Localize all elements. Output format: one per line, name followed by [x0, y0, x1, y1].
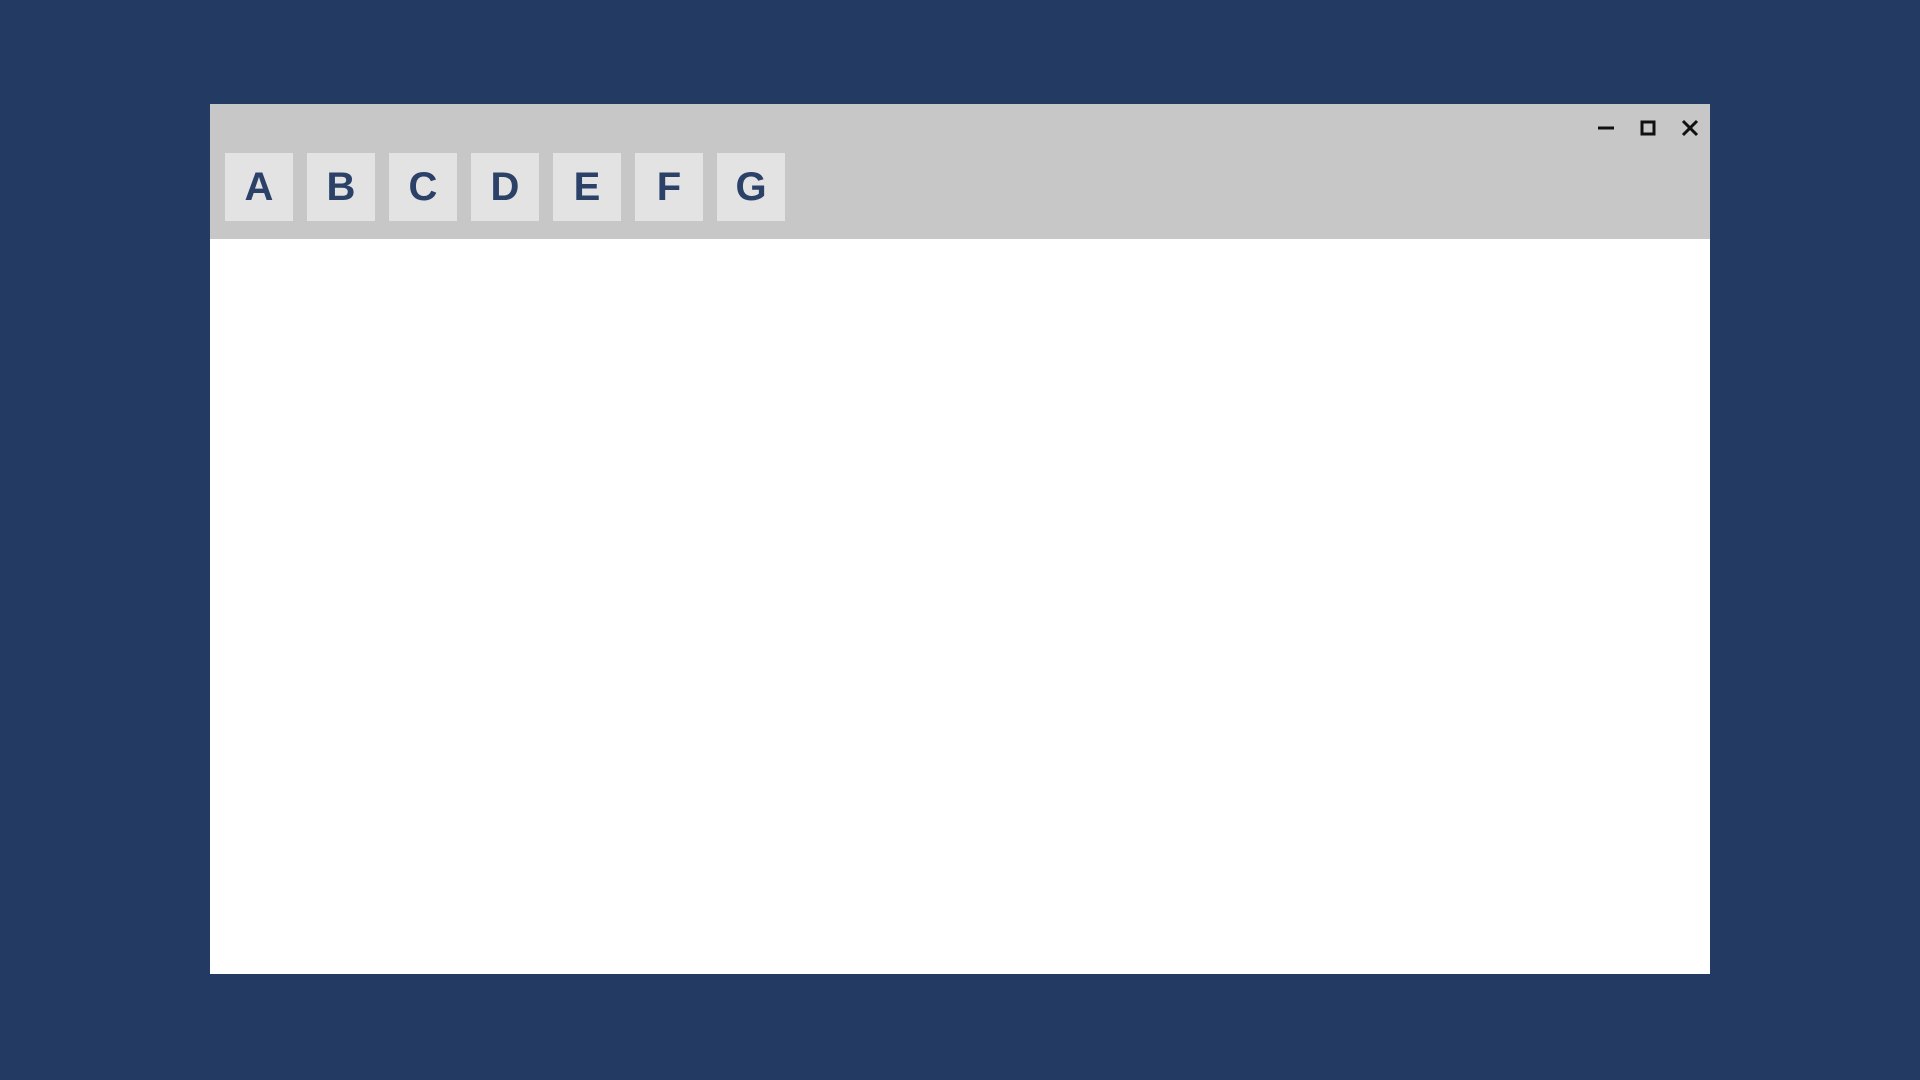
minimize-button[interactable]: [1596, 118, 1616, 138]
window-controls: [1596, 118, 1700, 138]
maximize-icon: [1640, 120, 1656, 136]
application-window: A B C D E F G: [210, 104, 1710, 974]
tab-strip: A B C D E F G: [225, 153, 785, 221]
close-button[interactable]: [1680, 118, 1700, 138]
minimize-icon: [1597, 119, 1615, 137]
tab-d[interactable]: D: [471, 153, 539, 221]
tab-g[interactable]: G: [717, 153, 785, 221]
titlebar: A B C D E F G: [210, 104, 1710, 239]
close-icon: [1681, 119, 1699, 137]
tab-f[interactable]: F: [635, 153, 703, 221]
tab-b[interactable]: B: [307, 153, 375, 221]
tab-c[interactable]: C: [389, 153, 457, 221]
tab-e[interactable]: E: [553, 153, 621, 221]
tab-a[interactable]: A: [225, 153, 293, 221]
maximize-button[interactable]: [1638, 118, 1658, 138]
content-area: [210, 239, 1710, 974]
